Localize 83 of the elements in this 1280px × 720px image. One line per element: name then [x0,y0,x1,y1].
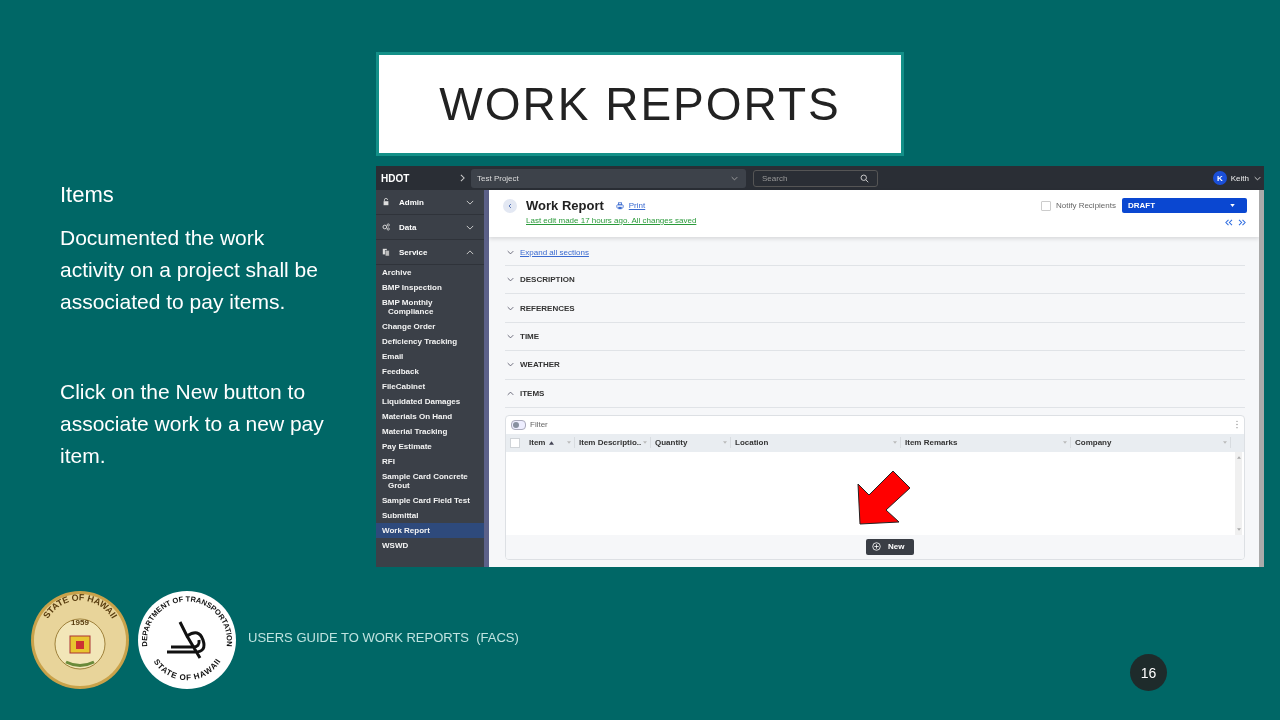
scrollbar[interactable] [1235,451,1242,535]
column-header[interactable]: Company [1071,437,1231,449]
sidebar-item[interactable]: Archive [376,265,484,280]
last-edit-link[interactable]: Last edit made 17 hours ago. All changes saved [526,216,697,225]
section-header[interactable]: TIME [505,322,1245,352]
chevron-down-icon [507,277,514,283]
sidebar-item[interactable]: WSWD [376,538,484,553]
notify-checkbox[interactable] [1040,200,1051,211]
print-link[interactable]: Print [628,201,646,210]
slide-paragraph: Click on the New button to associate work to a new pay item. [60,379,325,469]
sidebar-item[interactable]: Sample Card Field Test [376,493,484,508]
slide-title: WORK REPORTS [439,77,841,131]
chevron-down-icon [731,175,738,181]
slide-paragraph: Documented the work activity on a project shall be associated to pay items. [60,225,319,315]
chevron-left-icon [508,202,512,209]
column-header[interactable]: Quantity [651,437,731,449]
status-dropdown[interactable]: DRAFT [1122,198,1247,213]
sidebar-item[interactable]: Email [376,349,484,364]
search-field[interactable]: Search [753,169,878,187]
page-title: Work Report [526,198,604,213]
seal-text: 1959 [71,618,89,627]
sidebar-item[interactable]: BMP Inspection [376,280,484,295]
chevron-up-icon [466,249,474,255]
sidebar-item[interactable]: FileCabinet [376,379,484,394]
caret-down-icon [723,441,727,445]
caret-down-icon [1223,441,1227,445]
chevron-down-icon [507,305,514,311]
page-number: 16 [1130,654,1167,691]
sidebar-item[interactable]: Materials On Hand [376,409,484,424]
chevron-down-icon[interactable] [507,249,514,255]
chevron-down-icon [507,333,514,339]
chevron-down-icon [466,199,474,205]
caret-down-icon [1063,441,1067,445]
notify-label: Notify Recipients [1055,201,1116,210]
filter-label: Filter [530,420,548,430]
slide-footer: USERS GUIDE TO WORK REPORTS (FACS) [248,630,519,645]
filter-toggle[interactable] [511,419,526,430]
column-header[interactable]: Item [525,437,575,449]
lock-icon [382,198,390,206]
expand-all-link[interactable]: Expand all sections [520,247,589,257]
section-header[interactable]: WEATHER [505,351,1245,380]
sidebar-item[interactable]: Sample Card Concrete Grout [376,469,484,493]
column-header[interactable]: Item Remarks [901,437,1071,449]
caret-down-icon [643,441,647,445]
sidebar-item[interactable]: Submittal [376,508,484,523]
column-header[interactable]: Location [731,437,901,449]
select-all-checkbox[interactable] [510,437,520,448]
chevron-right-icon[interactable] [459,174,466,182]
chevron-up-icon [507,390,514,396]
printer-icon[interactable] [615,201,624,210]
caret-down-icon [567,441,571,445]
caret-down-icon [1230,204,1235,207]
scroll-up-icon [1236,455,1241,459]
sidebar-item[interactable]: Deficiency Tracking [376,334,484,349]
sidebar-item[interactable]: RFI [376,454,484,469]
search-icon[interactable] [860,173,869,183]
brand-name: HDOT [380,172,411,184]
section-header[interactable]: ITEMS [505,379,1245,408]
column-header[interactable]: Item Descriptio.. [575,437,651,449]
user-name[interactable]: Keith [1230,173,1249,183]
double-chevron-left-icon[interactable] [1224,219,1233,226]
documents-icon [382,248,390,256]
project-dropdown[interactable]: Test Project [471,168,746,188]
sidebar-item[interactable]: Feedback [376,364,484,379]
double-chevron-right-icon[interactable] [1238,219,1247,226]
sidebar-item[interactable]: Material Tracking [376,424,484,439]
slide-heading: Items [60,181,115,209]
sidebar-item[interactable]: Pay Estimate [376,439,484,454]
user-avatar[interactable]: K [1212,171,1227,185]
sidebar-item[interactable]: BMP Monthly Compliance [376,295,484,319]
sidebar-item[interactable]: Change Order [376,319,484,334]
section-header[interactable]: REFERENCES [505,294,1245,323]
sidebar-item[interactable]: Work Report [376,523,484,538]
chevron-down-icon [507,362,514,368]
new-button[interactable]: New [866,538,914,555]
sort-ascending-icon [549,440,555,445]
caret-down-icon [893,441,897,445]
chevron-down-icon [466,224,474,230]
section-header[interactable]: DESCRIPTION [505,266,1245,295]
plus-icon [872,542,881,552]
scroll-down-icon [1236,527,1241,531]
gears-icon [382,223,390,231]
sidebar-item[interactable]: Liquidated Damages [376,394,484,409]
